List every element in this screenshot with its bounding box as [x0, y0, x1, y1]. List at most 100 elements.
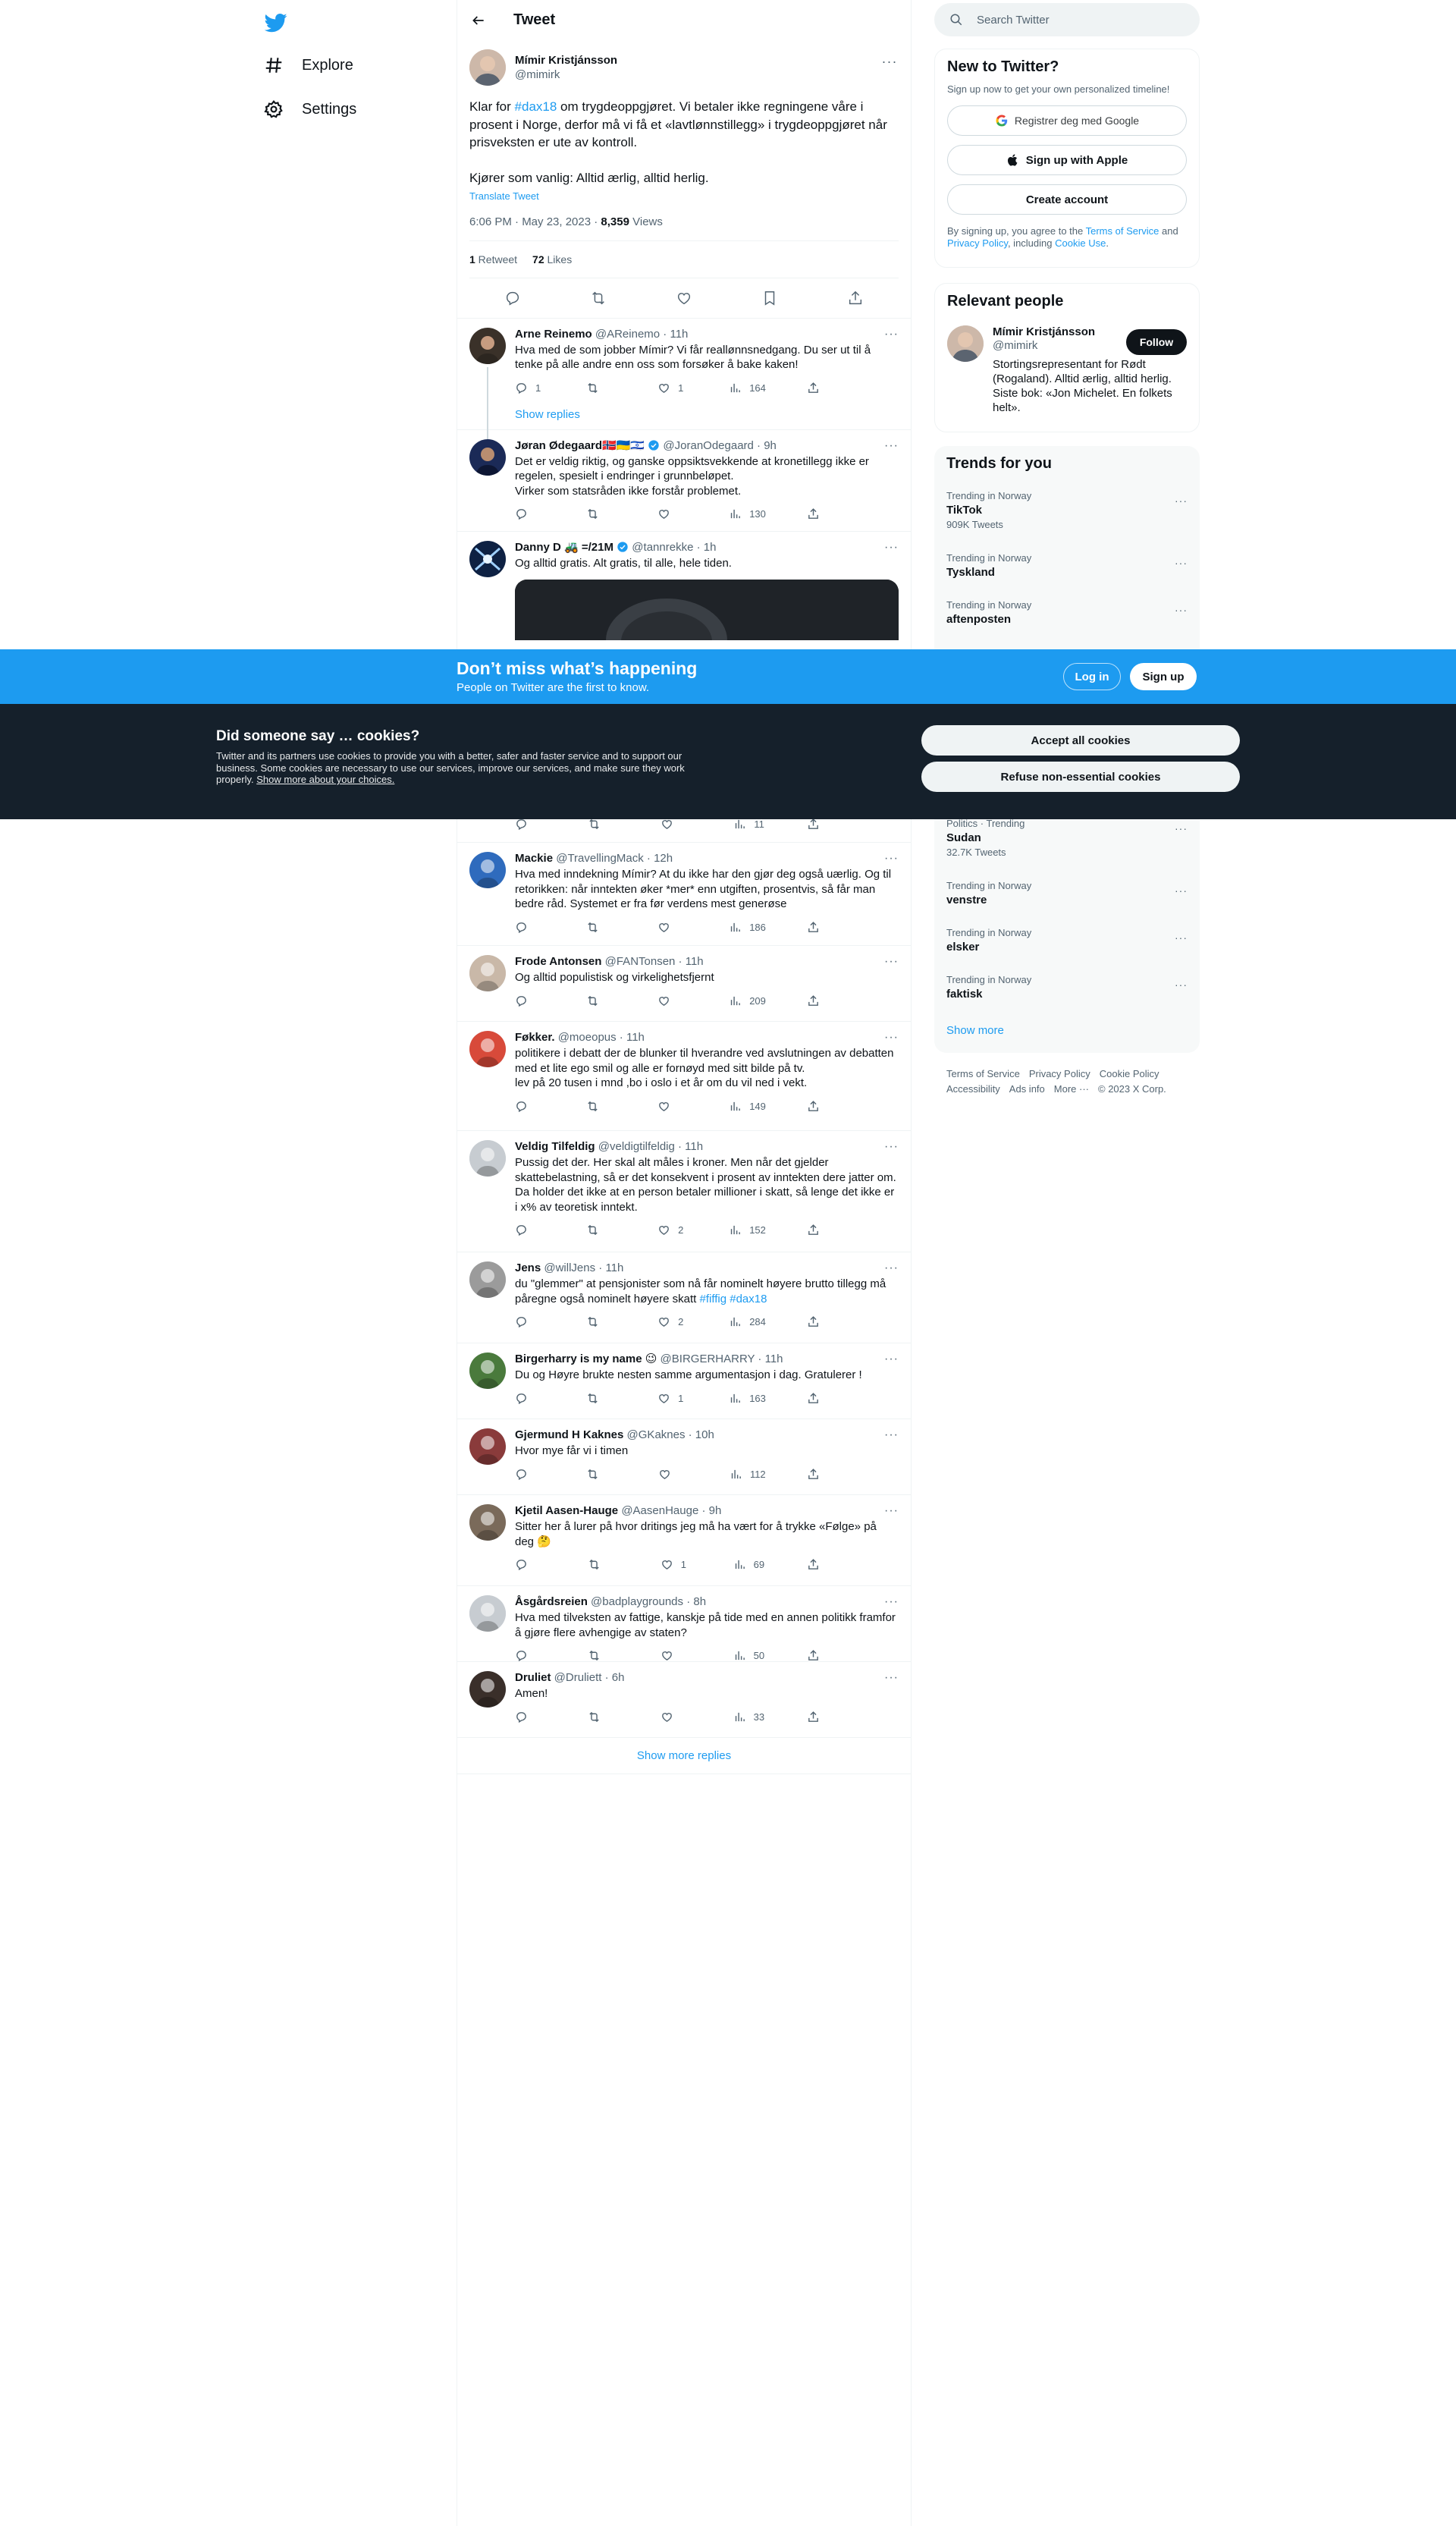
like-button[interactable] [657, 921, 688, 934]
avatar[interactable] [469, 438, 506, 476]
timestamp-text[interactable]: 6:06 PM · May 23, 2023 · [469, 215, 601, 228]
share-button[interactable] [807, 1558, 837, 1571]
views-button[interactable]: 33 [733, 1711, 764, 1723]
reply-tweet[interactable]: Birgerharry is my name 😉 @BIRGERHARRY · … [457, 1343, 911, 1419]
more-options-icon[interactable]: ··· [1175, 557, 1188, 569]
more-options-icon[interactable]: ··· [884, 439, 899, 453]
more-options-icon[interactable]: ··· [1175, 822, 1188, 834]
avatar[interactable] [469, 852, 506, 888]
avatar[interactable] [469, 1595, 506, 1632]
share-button[interactable] [807, 1468, 837, 1481]
show-more-replies-button[interactable]: Show more replies [457, 1738, 911, 1774]
reply-meta[interactable]: @badplaygrounds · 8h [588, 1595, 706, 1608]
person-name[interactable]: Mímir Kristjánsson [993, 325, 1122, 339]
reply-tweet[interactable]: Druliet @Druliett · 6h Amen! 33 ··· [457, 1662, 911, 1738]
more-options-icon[interactable]: ··· [1175, 495, 1188, 507]
share-button[interactable] [807, 1711, 837, 1723]
more-options-icon[interactable]: ··· [884, 1261, 899, 1275]
retweet-button[interactable] [586, 1315, 617, 1328]
share-button[interactable] [807, 921, 837, 934]
reply-button[interactable] [515, 1711, 545, 1723]
views-button[interactable]: 186 [729, 921, 766, 934]
share-button[interactable] [807, 994, 837, 1007]
apple-signup-button[interactable]: Sign up with Apple [947, 145, 1187, 175]
like-heart-icon[interactable] [676, 290, 692, 306]
author-handle[interactable]: @mimirk [515, 68, 617, 82]
more-options-icon[interactable]: ··· [884, 1504, 899, 1518]
reply-button[interactable] [515, 507, 545, 520]
nav-settings[interactable]: Settings [264, 90, 356, 128]
reply-author-name[interactable]: Kjetil Aasen-Hauge [515, 1504, 618, 1517]
more-options-icon[interactable]: ··· [884, 541, 899, 555]
views-button[interactable]: 164 [729, 382, 766, 394]
reply-tweet[interactable]: Føkker. @moeopus · 11h politikere i debat… [457, 1022, 911, 1131]
reply-button[interactable] [515, 1392, 545, 1405]
trend-item[interactable]: Trending in Norway venstre ··· [946, 880, 1188, 906]
person-avatar[interactable] [947, 325, 984, 362]
author-avatar[interactable] [469, 49, 506, 86]
retweet-button[interactable] [586, 1100, 617, 1113]
more-options-icon[interactable]: ··· [1175, 884, 1188, 897]
avatar[interactable] [469, 327, 506, 364]
nav-explore[interactable]: Explore [264, 46, 353, 84]
reply-icon[interactable] [504, 290, 521, 306]
privacy-link[interactable]: Privacy Policy [947, 237, 1008, 249]
reply-author-name[interactable]: Druliet [515, 1671, 551, 1684]
trend-item[interactable]: Trending in Norway elsker ··· [946, 927, 1188, 954]
like-button[interactable]: 2 [657, 1224, 688, 1236]
google-signup-button[interactable]: Registrer deg med Google [947, 105, 1187, 136]
avatar[interactable] [469, 1031, 506, 1067]
reply-tweet[interactable]: Veldig Tilfeldig @veldigtilfeldig · 11h P… [457, 1131, 911, 1252]
reply-tweet[interactable]: Kjetil Aasen-Hauge @AasenHauge · 9h Sitte… [457, 1495, 911, 1586]
avatar[interactable] [469, 1428, 506, 1465]
retweet-stat[interactable]: 1 Retweet [469, 253, 517, 265]
footer-privacy-link[interactable]: Privacy Policy [1029, 1068, 1090, 1079]
reply-author-name[interactable]: Frode Antonsen [515, 955, 601, 968]
more-options-icon[interactable]: ··· [884, 1140, 899, 1154]
more-options-icon[interactable]: ··· [880, 54, 899, 69]
share-button[interactable] [807, 1315, 837, 1328]
share-icon[interactable] [847, 290, 864, 306]
like-button[interactable] [661, 1649, 691, 1662]
reply-button[interactable] [515, 1100, 545, 1113]
reply-author-name[interactable]: Jens [515, 1261, 541, 1274]
retweet-button[interactable] [586, 1392, 617, 1405]
retweet-button[interactable] [588, 1649, 618, 1662]
reply-author-name[interactable]: Åsgårdsreien [515, 1595, 588, 1608]
reply-button[interactable] [515, 1558, 545, 1571]
reply-author-name[interactable]: Birgerharry is my name 😉 [515, 1353, 657, 1365]
author-name[interactable]: Mímir Kristjánsson [515, 53, 617, 68]
like-button[interactable]: 1 [657, 1392, 688, 1405]
avatar[interactable] [469, 955, 506, 991]
login-button[interactable]: Log in [1063, 663, 1121, 690]
accept-cookies-button[interactable]: Accept all cookies [921, 725, 1240, 756]
reply-author-name[interactable]: Arne Reinemo [515, 328, 592, 341]
avatar[interactable] [469, 1140, 506, 1177]
share-button[interactable] [807, 1224, 837, 1236]
refuse-cookies-button[interactable]: Refuse non-essential cookies [921, 762, 1240, 792]
more-options-icon[interactable]: ··· [1175, 932, 1188, 944]
reply-author-name[interactable]: Danny D 🚜 =/21M [515, 541, 613, 554]
reply-author-name[interactable]: Jøran Ødegaard🇳🇴🇺🇦🇮🇱 [515, 439, 645, 452]
share-button[interactable] [807, 1392, 837, 1405]
like-button[interactable]: 1 [661, 1558, 691, 1571]
create-account-button[interactable]: Create account [947, 184, 1187, 215]
like-button[interactable]: 2 [657, 1315, 688, 1328]
trend-item[interactable]: Trending in Norway aftenposten ··· [946, 599, 1188, 626]
more-options-icon[interactable]: ··· [884, 1031, 899, 1045]
retweet-button[interactable] [586, 994, 617, 1007]
like-button[interactable] [657, 994, 688, 1007]
retweet-icon[interactable] [590, 290, 607, 306]
views-button[interactable]: 149 [729, 1100, 766, 1113]
trend-item[interactable]: Politics · Trending Sudan 32.7K Tweets ··· [946, 818, 1188, 858]
retweet-button[interactable] [586, 921, 617, 934]
retweet-button[interactable] [586, 1224, 617, 1236]
reply-meta[interactable]: @Druliett · 6h [551, 1671, 625, 1684]
views-button[interactable]: 130 [729, 507, 766, 520]
trends-show-more-link[interactable]: Show more [946, 1024, 1004, 1037]
signup-button[interactable]: Sign up [1130, 663, 1197, 690]
likes-stat[interactable]: 72 Likes [532, 253, 572, 265]
share-button[interactable] [807, 818, 837, 831]
like-button[interactable]: 1 [657, 382, 688, 394]
reply-meta[interactable]: @GKaknes · 10h [623, 1428, 714, 1441]
